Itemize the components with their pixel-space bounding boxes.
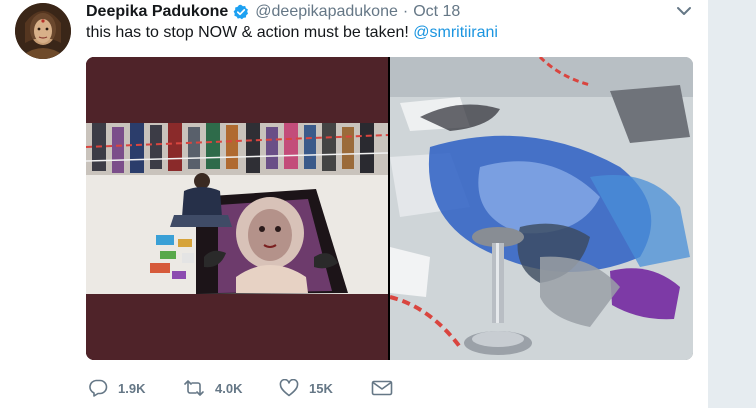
- retweet-button[interactable]: 4.0K: [183, 379, 279, 397]
- like-count: 15K: [309, 380, 333, 396]
- tweet-card[interactable]: Deepika Padukone @deepikapadukone · Oct …: [0, 0, 708, 408]
- avatar-image: [15, 3, 71, 59]
- header-separator: ·: [402, 3, 409, 20]
- photo-rangoli-artist: [86, 57, 389, 360]
- tweet-header: Deepika Padukone @deepikapadukone · Oct …: [86, 2, 460, 22]
- photo-vandalised-rangoli: [389, 57, 693, 360]
- envelope-icon: [371, 380, 393, 396]
- author-handle[interactable]: @deepikapadukone: [255, 3, 398, 21]
- reply-button[interactable]: 1.9K: [88, 379, 183, 397]
- media-photo-2[interactable]: [389, 57, 693, 360]
- tweet-actions: 1.9K 4.0K 15K: [88, 376, 395, 400]
- media-photo-1[interactable]: [86, 57, 389, 360]
- avatar[interactable]: [15, 3, 71, 59]
- verified-badge-icon: [233, 4, 249, 20]
- heart-icon: [279, 379, 299, 397]
- reply-icon: [89, 379, 108, 397]
- tweet-timestamp[interactable]: Oct 18: [413, 3, 460, 21]
- like-button[interactable]: 15K: [279, 379, 371, 397]
- direct-message-button[interactable]: [371, 380, 395, 396]
- tweet-media: [86, 57, 693, 360]
- retweet-count: 4.0K: [215, 380, 243, 396]
- mention-link[interactable]: @smritiirani: [413, 24, 498, 41]
- retweet-icon: [184, 380, 204, 396]
- reply-count: 1.9K: [118, 380, 146, 396]
- tweet-text: this has to stop NOW & action must be ta…: [86, 24, 498, 42]
- tweet-text-body: this has to stop NOW & action must be ta…: [86, 24, 414, 41]
- author-name[interactable]: Deepika Padukone: [86, 3, 228, 21]
- chevron-down-icon[interactable]: [676, 4, 692, 18]
